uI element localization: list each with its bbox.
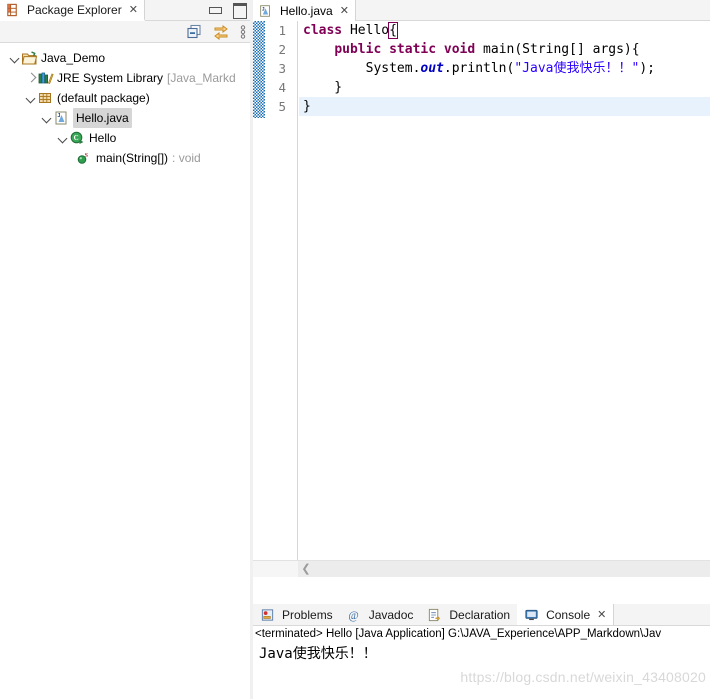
collapse-all-icon[interactable] (185, 23, 203, 41)
tree-item-hello-class[interactable]: C Hello (0, 128, 250, 148)
tree-item-jre-system-library[interactable]: JRE System Library [Java_Markd (0, 68, 250, 88)
svg-text:S: S (85, 153, 89, 159)
tab-javadoc[interactable]: @ Javadoc (340, 604, 421, 625)
chevron-right-icon[interactable] (24, 68, 37, 88)
tree-label-hello-java: Hello.java (73, 108, 132, 128)
code-line-4: } (303, 80, 343, 95)
line-number-ruler: 1 2 3 4 5 (265, 21, 298, 577)
problems-icon (260, 607, 275, 623)
project-tree[interactable]: Java_Demo JRE System Library [Java_Markd (0, 43, 250, 698)
line-number: 5 (278, 99, 286, 114)
code-text[interactable]: class Hello{ public static void main(Str… (299, 21, 710, 577)
package-icon (37, 90, 54, 106)
chevron-down-icon[interactable] (56, 128, 69, 148)
svg-text:@: @ (348, 609, 358, 621)
scrollbar-track[interactable] (298, 561, 710, 577)
tab-label-declaration: Declaration (449, 607, 511, 622)
tree-item-java-demo[interactable]: Java_Demo (0, 48, 250, 68)
close-icon[interactable]: ✕ (129, 3, 138, 16)
console-output-text: Java使我快乐！！ (259, 646, 377, 662)
tab-declaration[interactable]: Declaration (420, 604, 517, 625)
tree-label-java-demo: Java_Demo (41, 51, 106, 65)
tab-problems[interactable]: Problems (253, 604, 340, 625)
tree-item-default-package[interactable]: (default package) (0, 88, 250, 108)
code-line-2: public static void main(String[] args){ (334, 42, 640, 57)
code-line-1: class Hello{ (303, 22, 398, 39)
tree-label-default-package: (default package) (57, 91, 150, 105)
chevron-down-icon[interactable] (8, 48, 21, 68)
declaration-icon (427, 607, 442, 623)
close-icon[interactable]: ✕ (340, 4, 349, 17)
tree-item-main-method[interactable]: S main(String[]) : void (0, 148, 250, 168)
package-explorer-tab-row: Package Explorer ✕ (0, 0, 250, 21)
java-class-icon: C (69, 130, 86, 146)
tab-console[interactable]: Console ✕ (517, 604, 615, 625)
scroll-left-icon[interactable]: ❮ (301, 564, 311, 575)
code-line-3: System.out.println("Java使我快乐！！"); (303, 61, 655, 76)
console-launch-header: <terminated> Hello [Java Application] G:… (255, 628, 662, 640)
svg-text:C: C (74, 134, 79, 142)
tab-package-explorer[interactable]: Package Explorer ✕ (0, 0, 145, 21)
link-with-editor-icon[interactable] (212, 23, 230, 41)
tab-hello-java[interactable]: J Hello.java ✕ (253, 0, 356, 21)
chevron-down-icon[interactable] (40, 108, 53, 128)
package-explorer-view: Package Explorer ✕ Java_Demo JRE System … (0, 0, 250, 699)
java-file-icon: J (258, 3, 273, 19)
tree-label-jre-system-library: JRE System Library (57, 71, 164, 85)
java-project-icon (21, 50, 38, 66)
bottom-tab-row: Problems @ Javadoc Declaration Console ✕ (253, 604, 710, 626)
tree-label-hello-class: Hello (89, 131, 117, 145)
console-view: Problems @ Javadoc Declaration Console ✕… (253, 604, 710, 699)
tree-label-main-method: main(String[]) (96, 151, 169, 165)
tree-item-hello-java[interactable]: J Hello.java (0, 108, 250, 128)
svg-text:J: J (57, 113, 60, 119)
library-icon (37, 70, 54, 86)
method-static-icon: S (76, 150, 93, 166)
chevron-down-icon[interactable] (24, 88, 37, 108)
editor-area: J Hello.java ✕ 1 2 3 4 5 class Hello{ pu… (253, 0, 710, 699)
package-explorer-tab-label: Package Explorer (27, 2, 122, 17)
line-number: 3 (278, 61, 286, 76)
javadoc-icon: @ (347, 607, 362, 623)
minimize-icon[interactable] (208, 2, 222, 16)
tab-label-problems: Problems (282, 607, 333, 622)
tree-suffix-main-return-type: : void (172, 151, 201, 165)
svg-text:J: J (262, 6, 265, 12)
code-editor[interactable]: 1 2 3 4 5 class Hello{ public static voi… (253, 21, 710, 577)
line-number: 4 (278, 80, 286, 95)
tab-label-javadoc: Javadoc (368, 607, 414, 622)
tree-suffix-jre-path: [Java_Markd (167, 71, 236, 85)
view-window-buttons (208, 2, 247, 19)
editor-tab-label: Hello.java (280, 3, 333, 18)
watermark-text: https://blog.csdn.net/weixin_43408020 (460, 669, 706, 685)
java-file-icon: J (53, 110, 70, 126)
console-output-area[interactable]: <terminated> Hello [Java Application] G:… (253, 626, 710, 699)
editor-horizontal-scrollbar[interactable]: ❮ (253, 560, 710, 577)
tab-label-console: Console (546, 607, 591, 622)
eclipse-workbench: Package Explorer ✕ Java_Demo JRE System … (0, 0, 710, 699)
view-menu-icon[interactable] (239, 23, 247, 41)
package-explorer-icon (5, 2, 20, 18)
line-number: 1 (278, 23, 286, 38)
line-number: 2 (278, 42, 286, 57)
editor-tab-row: J Hello.java ✕ (253, 0, 710, 21)
code-line-5: } (299, 97, 710, 116)
maximize-icon[interactable] (232, 2, 247, 19)
console-icon (524, 607, 539, 623)
close-icon[interactable]: ✕ (597, 608, 606, 621)
editor-annotation-ruler[interactable] (253, 21, 265, 118)
package-explorer-toolbar (0, 21, 250, 43)
